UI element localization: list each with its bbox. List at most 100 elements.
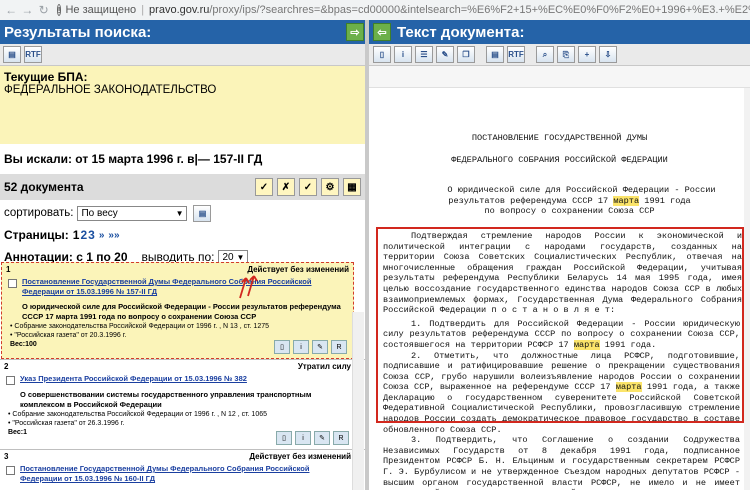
- rtf-icon[interactable]: RTF: [24, 46, 42, 63]
- result-source: • "Российская газета" от 20.3.1996 г.: [10, 332, 127, 339]
- attach-icon[interactable]: ❐: [457, 46, 475, 63]
- search-highlight: марта: [613, 195, 640, 206]
- results-list: 1 Действует без изменений Постановление …: [0, 262, 365, 490]
- result-status: Действует без изменений: [249, 452, 351, 461]
- doc-icon[interactable]: ▯: [373, 46, 391, 63]
- sort-label: сортировать:: [4, 207, 74, 219]
- address-bar[interactable]: ! Не защищено | pravo.gov.ru /proxy/ips/…: [56, 4, 750, 16]
- page-3[interactable]: 3: [88, 228, 95, 242]
- doc-subtitle-1: О юридической силе для Российской Федера…: [447, 185, 716, 196]
- document-title: Текст документа:: [397, 23, 525, 41]
- zoom-icon[interactable]: ⌕: [536, 46, 554, 63]
- expand-right-icon[interactable]: ⇨: [346, 23, 364, 41]
- back-icon[interactable]: ←: [4, 2, 18, 18]
- search-query: Вы искали: от 15 марта 1996 г. в|— 157-I…: [0, 144, 365, 174]
- rtf-icon[interactable]: RTF: [507, 46, 525, 63]
- result-source: • Собрание законодательства Российской Ф…: [8, 411, 267, 418]
- page-2[interactable]: 2: [80, 228, 87, 242]
- doc-icon[interactable]: ▯: [276, 431, 292, 445]
- search-results-panel: Результаты поиска: ⇨ ▤ RTF Текущие БПА: …: [0, 20, 365, 490]
- toolbar-strip: [369, 66, 750, 88]
- result-source: • "Российская газета" от 26.3.1996 г.: [8, 420, 125, 427]
- addr-separator: |: [141, 4, 145, 16]
- right-scrollbar[interactable]: [744, 88, 750, 490]
- result-desc: О юридической силе для Российской Федера…: [22, 302, 341, 321]
- forward-icon[interactable]: →: [20, 2, 34, 18]
- result-status: Утратил силу: [297, 362, 351, 371]
- export-icon[interactable]: ⇩: [599, 46, 617, 63]
- results-toolbar: ▤ RTF: [0, 44, 365, 66]
- result-source-2: "Российская газета" от 20.3.1996 г.: [14, 332, 127, 339]
- result-desc: О совершенствовании системы государствен…: [20, 390, 312, 409]
- sort-select[interactable]: По весу ▼: [77, 205, 188, 221]
- expand-left-icon[interactable]: ⇦: [373, 23, 391, 41]
- edit-icon[interactable]: ✎: [312, 340, 328, 354]
- document-header: ⇦ Текст документа:: [369, 20, 750, 44]
- check-all-icon[interactable]: ✓: [255, 178, 273, 196]
- show-value: 20: [222, 251, 234, 263]
- add-icon[interactable]: +: [578, 46, 596, 63]
- chevron-down-icon: ▼: [175, 208, 184, 218]
- result-title-link[interactable]: Указ Президента Российской Федерации от …: [20, 374, 247, 384]
- doc-subtitle-3: по вопросу о сохранении Союза ССР: [484, 206, 655, 217]
- browser-bar: ← → ↻ ! Не защищено | pravo.gov.ru /prox…: [0, 0, 750, 20]
- next-page[interactable]: »: [99, 230, 105, 241]
- result-item-2[interactable]: 2 Утратил силу Указ Президента Российско…: [0, 359, 365, 449]
- print-icon[interactable]: ▤: [486, 46, 504, 63]
- bpa-value: ФЕДЕРАЛЬНОЕ ЗАКОНОДАТЕЛЬСТВО: [4, 84, 217, 96]
- red-highlight-box: [376, 227, 744, 423]
- doc-icon[interactable]: ▯: [274, 340, 290, 354]
- sort-apply-icon[interactable]: ▤: [193, 204, 212, 222]
- page-1[interactable]: 1: [73, 228, 80, 242]
- pagination: Страницы: 1 2 3 » »»: [0, 225, 365, 245]
- sort-row: сортировать: По весу ▼ ▤: [0, 203, 365, 223]
- current-bpa: Текущие БПА: ФЕДЕРАЛЬНОЕ ЗАКОНОДАТЕЛЬСТВ…: [0, 66, 365, 144]
- doc-title-1: ПОСТАНОВЛЕНИЕ ГОСУДАРСТВЕННОЙ ДУМЫ: [471, 133, 648, 143]
- result-source-2: "Российская газета" от 26.3.1996 г.: [12, 420, 125, 427]
- sub2-text-b: 1991 года: [639, 195, 691, 206]
- copy-icon[interactable]: ⎘: [557, 46, 575, 63]
- result-checkbox[interactable]: [6, 376, 15, 385]
- red-arrow-annotation: [239, 275, 258, 299]
- result-title-link[interactable]: Постановление Государственной Думы Федер…: [22, 277, 349, 297]
- sub2-text-a: результатов референдума СССР 17: [448, 195, 614, 206]
- result-item-3[interactable]: 3 Действует без изменений Постановление …: [0, 449, 365, 490]
- url-path: /proxy/ips/?searchres=&bpas=cd00000&inte…: [209, 4, 750, 16]
- filter-icon[interactable]: ⚙: [321, 178, 339, 196]
- url-host: pravo.gov.ru: [149, 4, 210, 16]
- doc-title-2: ФЕДЕРАЛЬНОГО СОБРАНИЯ РОССИЙСКОЙ ФЕДЕРАЦ…: [451, 154, 668, 165]
- result-checkbox[interactable]: [8, 279, 17, 288]
- result-title-link[interactable]: Постановление Государственной Думы Федер…: [20, 464, 347, 484]
- not-secure-icon: !: [56, 4, 62, 16]
- rtf-icon[interactable]: R: [331, 340, 347, 354]
- list-icon[interactable]: ☰: [415, 46, 433, 63]
- result-checkbox[interactable]: [6, 466, 15, 475]
- document-text-panel: ⇦ Текст документа: ▯ i ☰ ✎ ❐ ▤ RTF ⌕ ⎘ +…: [369, 20, 750, 490]
- export-icon[interactable]: ▦: [343, 178, 361, 196]
- info-icon[interactable]: i: [295, 431, 311, 445]
- info-icon[interactable]: i: [394, 46, 412, 63]
- last-page[interactable]: »»: [108, 230, 119, 241]
- result-status: Действует без изменений: [247, 265, 349, 274]
- reload-icon[interactable]: ↻: [37, 2, 51, 18]
- rtf-icon[interactable]: R: [333, 431, 349, 445]
- sort-value: По весу: [81, 207, 118, 219]
- doc-subtitle-2: результатов референдума СССР 17 марта 19…: [369, 195, 750, 207]
- result-source: • Собрание законодательства Российской Ф…: [10, 323, 269, 330]
- security-label: Не защищено: [65, 4, 137, 16]
- result-item-1[interactable]: 1 Действует без изменений Постановление …: [1, 262, 354, 359]
- edit-icon[interactable]: ✎: [314, 431, 330, 445]
- results-count: 52 документа: [4, 180, 84, 194]
- results-count-row: 52 документа ✓ ✗ ✓ ⚙ ▦: [0, 174, 365, 200]
- info-icon[interactable]: i: [293, 340, 309, 354]
- uncheck-icon[interactable]: ✗: [277, 178, 295, 196]
- chevron-down-icon: ▼: [236, 252, 245, 262]
- doc-paragraph-3: 3. Подтвердить, что Соглашение о создани…: [383, 435, 740, 490]
- results-header: Результаты поиска: ⇨: [0, 20, 365, 44]
- edit-icon[interactable]: ✎: [436, 46, 454, 63]
- document-toolbar: ▯ i ☰ ✎ ❐ ▤ RTF ⌕ ⎘ + ⇩: [369, 44, 750, 66]
- clear-icon[interactable]: ✓: [299, 178, 317, 196]
- results-title: Результаты поиска:: [4, 23, 152, 41]
- left-scrollbar[interactable]: [352, 312, 364, 490]
- print-icon[interactable]: ▤: [3, 46, 21, 63]
